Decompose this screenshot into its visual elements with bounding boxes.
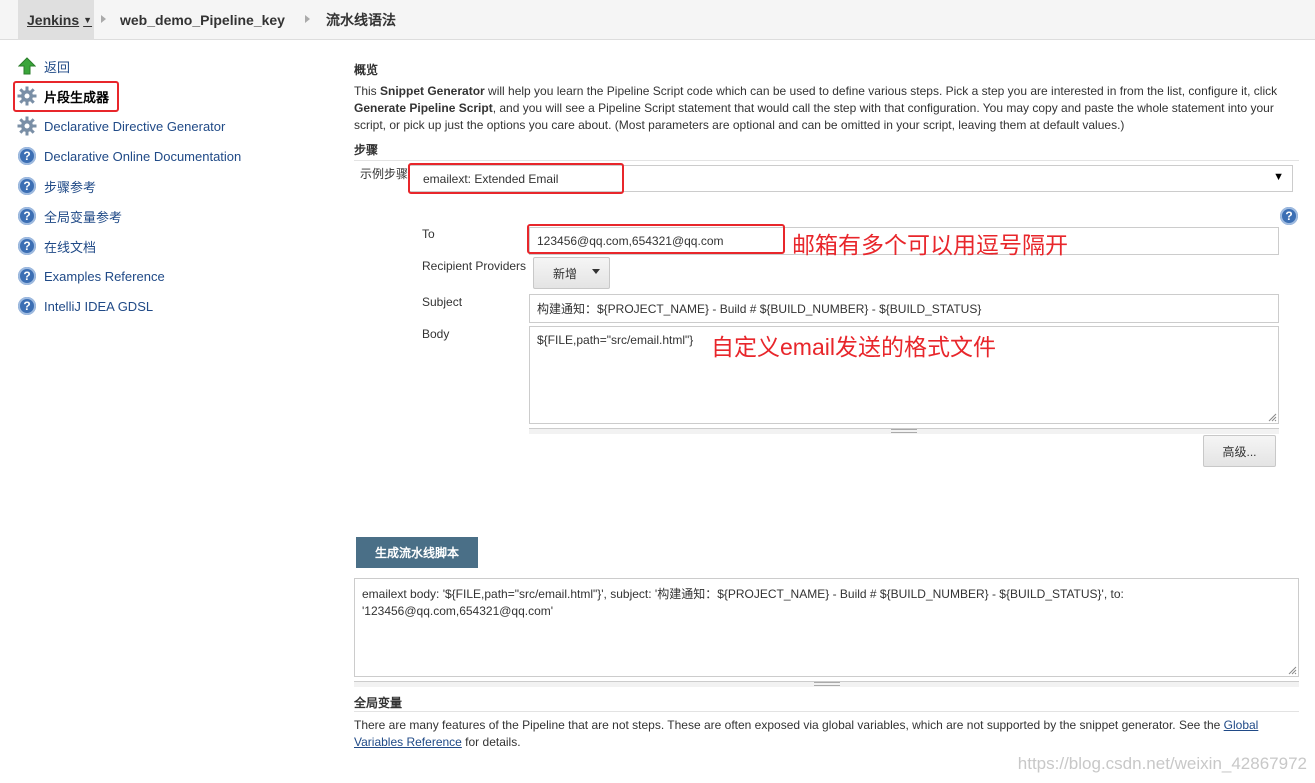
subject-input-value: 构建通知：${PROJECT_NAME} - Build # ${BUILD_N… [537,302,982,316]
global-variables-text: for details. [461,735,521,749]
sidebar-item-label: Declarative Directive Generator [44,118,226,134]
add-provider-label: 新增 [553,266,578,281]
sidebar-item-label: Examples Reference [44,268,165,284]
gear-icon [17,116,37,136]
divider [354,711,1299,712]
breadcrumb-page[interactable]: 流水线语法 [326,0,396,40]
sidebar-item-intellij-gdsl[interactable]: ? IntelliJ IDEA GDSL [17,294,153,318]
divider [354,160,1299,161]
steps-heading: 步骤 [354,143,379,157]
grip-icon [814,682,840,686]
sidebar-item-global-variables[interactable]: ? 全局变量参考 [17,204,122,228]
global-variables-description: There are many features of the Pipeline … [354,717,1284,751]
global-variables-text: There are many features of the Pipeline … [354,718,1224,732]
overview-text: , and you will see a Pipeline Script sta… [354,101,1274,132]
highlight-box [527,224,785,254]
sidebar-item-declarative-online-docs[interactable]: ? Declarative Online Documentation [17,144,241,168]
sidebar-item-declarative-directive-generator[interactable]: Declarative Directive Generator [17,114,225,138]
help-icon: ? [18,267,36,285]
textarea-drag-bar[interactable] [354,681,1299,687]
overview-text: will help you learn the Pipeline Script … [484,84,1278,98]
global-variables-heading: 全局变量 [354,696,403,710]
textarea-drag-bar[interactable] [529,428,1279,434]
annotation-body-note: 自定义email发送的格式文件 [711,334,996,360]
resize-handle-icon[interactable] [1267,412,1277,422]
help-icon: ? [18,147,36,165]
breadcrumb-jenkins-label: Jenkins [27,12,80,28]
chevron-right-icon [101,15,106,23]
sidebar-item-label: Declarative Online Documentation [44,148,242,164]
help-icon: ? [18,297,36,315]
advanced-button[interactable]: 高级... [1203,435,1276,467]
breadcrumb-jenkins[interactable]: Jenkins ▼ [18,0,94,40]
overview-bold-snippet: Snippet Generator [380,84,485,98]
highlight-box [13,81,119,112]
sidebar-item-back[interactable]: 返回 [17,54,70,78]
watermark: https://blog.csdn.net/weixin_42867972 [1017,754,1307,773]
highlight-box [408,163,624,194]
body-textarea-value: ${FILE,path="src/email.html"} [537,333,694,347]
sample-step-label: 示例步骤 [360,167,409,181]
chevron-right-icon [305,15,310,23]
help-icon: ? [18,177,36,195]
chevron-down-icon [592,269,600,274]
grip-icon [891,429,917,433]
overview-heading: 概览 [354,63,379,77]
overview-text: This [354,84,381,98]
arrow-up-icon [17,56,37,76]
annotation-to-note: 邮箱有多个可以用逗号隔开 [792,232,1068,258]
subject-input[interactable]: 构建通知：${PROJECT_NAME} - Build # ${BUILD_N… [529,294,1279,323]
add-provider-button[interactable]: 新增 [533,257,610,289]
chevron-down-icon: ▼ [1273,171,1284,183]
sidebar-item-label: 全局变量参考 [44,209,123,225]
sidebar-item-label: IntelliJ IDEA GDSL [44,298,154,314]
to-label: To [422,227,435,241]
sidebar-item-step-reference[interactable]: ? 步骤参考 [17,174,96,198]
sidebar-item-examples-reference[interactable]: ? Examples Reference [17,264,165,288]
generated-script-text: emailext body: '${FILE,path="src/email.h… [362,587,1124,618]
resize-handle-icon[interactable] [1287,665,1297,675]
generated-script-output[interactable]: emailext body: '${FILE,path="src/email.h… [354,578,1299,677]
chevron-down-icon[interactable]: ▼ [83,15,92,25]
generate-script-button[interactable]: 生成流水线脚本 [356,537,478,568]
sidebar-item-online-docs[interactable]: ? 在线文档 [17,234,96,258]
help-icon: ? [18,207,36,225]
subject-label: Subject [422,295,463,309]
overview-description: This Snippet Generator will help you lea… [354,83,1294,134]
breadcrumb-job[interactable]: web_demo_Pipeline_key [120,0,285,40]
help-icon: ? [18,237,36,255]
sidebar-item-label: 步骤参考 [44,179,97,195]
sidebar-item-label: 在线文档 [44,239,97,255]
recipient-providers-label: Recipient Providers [422,259,527,273]
sidebar-item-label: 返回 [44,59,71,75]
overview-bold-generate: Generate Pipeline Script [354,101,493,115]
body-label: Body [422,327,450,341]
breadcrumb: Jenkins ▼ web_demo_Pipeline_key 流水线语法 [0,0,1315,40]
help-icon[interactable]: ? [1280,207,1298,225]
